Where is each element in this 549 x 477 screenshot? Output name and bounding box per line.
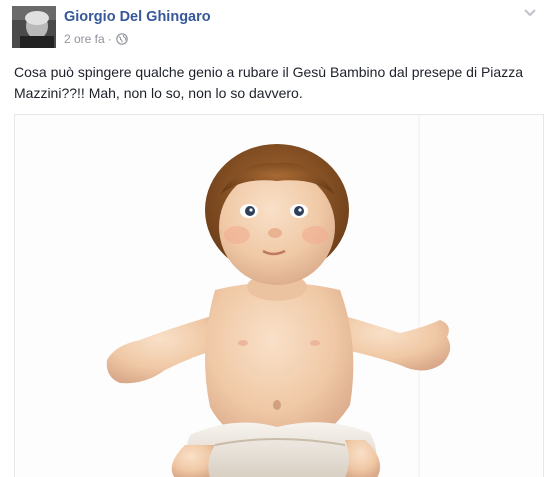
- post-photo[interactable]: [14, 114, 544, 477]
- chevron-down-icon[interactable]: [523, 6, 537, 18]
- meta-separator: ·: [107, 32, 112, 46]
- avatar-photo: [12, 6, 56, 48]
- post-timestamp[interactable]: 2 ore fa: [64, 32, 105, 46]
- author-name[interactable]: Giorgio Del Ghingaro: [64, 9, 211, 25]
- baby-jesus-statue-image: [15, 115, 543, 477]
- globe-icon[interactable]: [115, 33, 128, 45]
- post-text: Cosa può spingere qualche genio a rubare…: [14, 64, 523, 101]
- author-avatar[interactable]: [12, 6, 56, 48]
- post-meta: 2 ore fa ·: [64, 32, 128, 46]
